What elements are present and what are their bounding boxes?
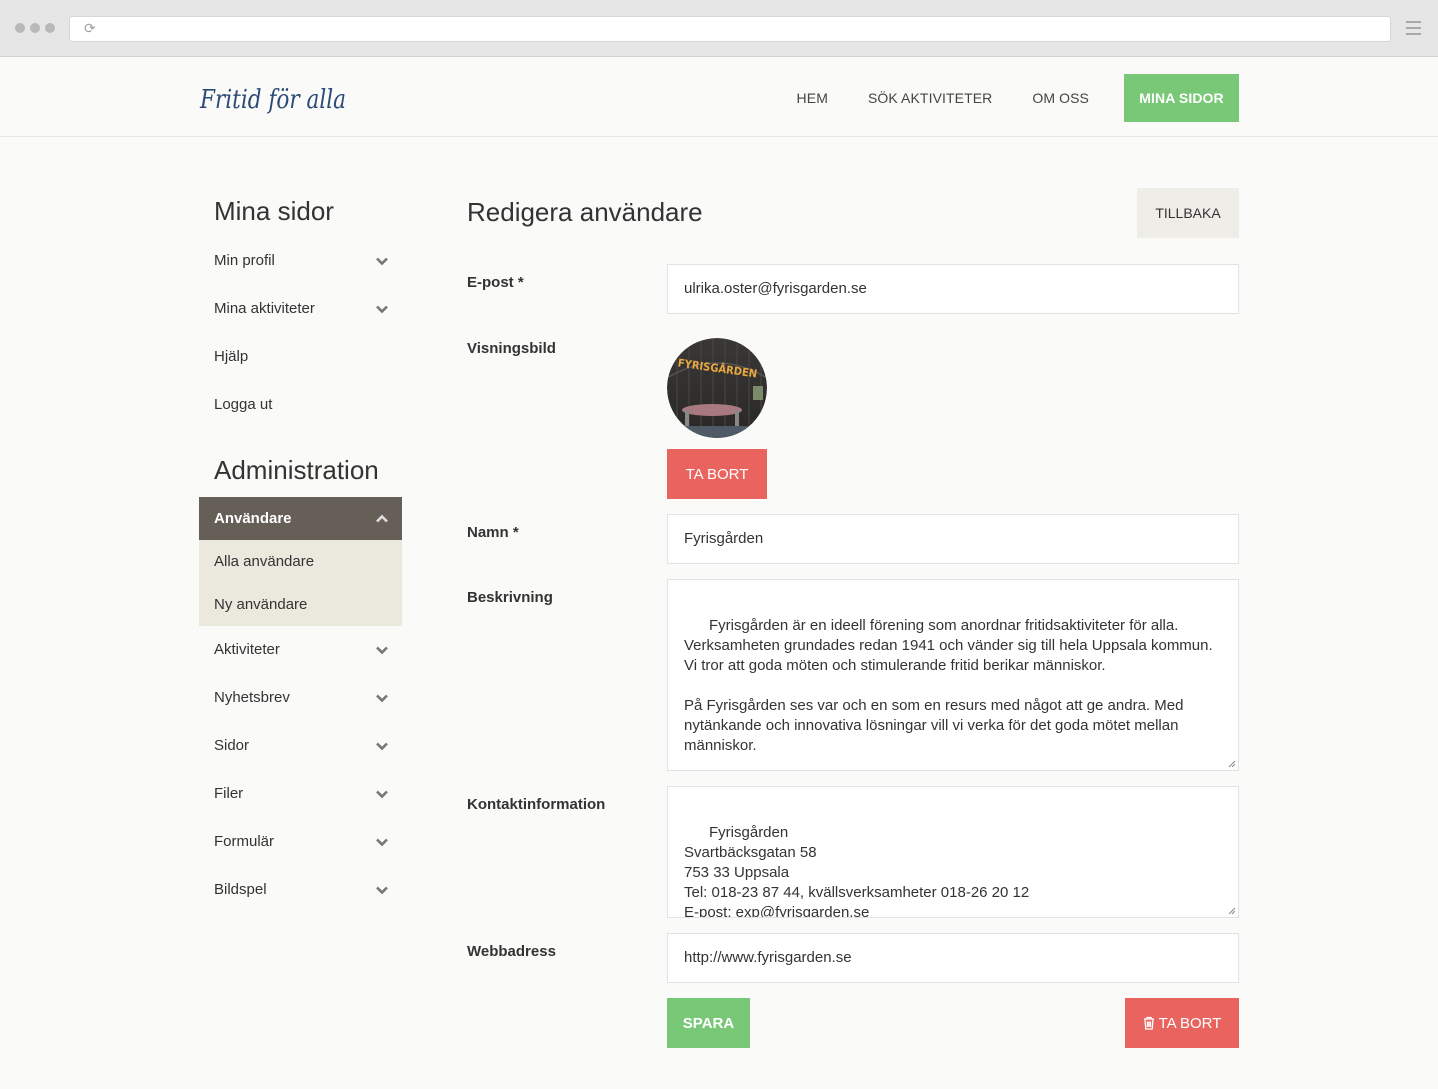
resize-grip-icon[interactable] — [1228, 907, 1236, 915]
sidebar-item-label: Aktiviteter — [214, 641, 280, 658]
website-label: Webbadress — [467, 943, 556, 960]
sidebar-item-label: Filer — [214, 785, 244, 802]
nav-home[interactable]: HEM — [797, 90, 828, 106]
chevron-up-icon — [376, 514, 388, 523]
sidebar-item-users[interactable]: Användare — [199, 497, 402, 540]
sidebar-item-profile[interactable]: Min profil — [199, 237, 402, 285]
avatar-row: Visningsbild FYRISGÅRDEN TA BORT — [467, 338, 1239, 500]
sidebar-item-label: Min profil — [214, 252, 275, 269]
sidebar-item-label: Bildspel — [214, 881, 267, 898]
window-dot-close[interactable] — [15, 23, 25, 33]
description-textarea[interactable]: Fyrisgården är en ideell förening som an… — [667, 579, 1239, 771]
sidebar-item-newsletter[interactable]: Nyhetsbrev — [199, 674, 402, 722]
sidebar-item-help[interactable]: Hjälp — [199, 333, 402, 381]
chevron-down-icon — [376, 694, 388, 703]
window-controls — [15, 23, 55, 33]
edit-user-form: Redigera användare TILLBAKA E-post * ulr… — [467, 188, 1239, 1048]
sidebar-item-activities[interactable]: Aktiviteter — [199, 626, 402, 674]
contact-textarea[interactable]: Fyrisgården Svartbäcksgatan 58 753 33 Up… — [667, 786, 1239, 918]
logo[interactable]: Fritid för alla — [198, 76, 348, 120]
sidebar-heading-administration: Administration — [214, 455, 379, 485]
delete-user-label: TA BORT — [1158, 1014, 1222, 1032]
sidebar: Mina sidor Min profil Mina aktiviteter H… — [199, 190, 402, 914]
name-field[interactable]: Fyrisgården — [667, 514, 1239, 564]
trash-icon — [1143, 1016, 1154, 1030]
sidebar-item-label: Mina aktiviteter — [214, 300, 315, 317]
sidebar-heading-my-pages: Mina sidor — [214, 196, 334, 226]
sidebar-item-slideshow[interactable]: Bildspel — [199, 866, 402, 914]
email-label: E-post * — [467, 274, 524, 291]
email-row: E-post * ulrika.oster@fyrisgarden.se — [467, 264, 1239, 314]
chevron-down-icon — [376, 886, 388, 895]
name-row: Namn * Fyrisgården — [467, 514, 1239, 564]
sidebar-item-label: Nyhetsbrev — [214, 689, 290, 706]
back-button[interactable]: TILLBAKA — [1137, 188, 1239, 238]
contact-row: Kontaktinformation Fyrisgården Svartbäck… — [467, 786, 1239, 918]
remove-image-button[interactable]: TA BORT — [667, 449, 767, 499]
nav-search-activities[interactable]: SÖK AKTIVITETER — [868, 90, 992, 106]
description-row: Beskrivning Fyrisgården är en ideell för… — [467, 579, 1239, 771]
chevron-down-icon — [376, 790, 388, 799]
contact-text: Fyrisgården Svartbäcksgatan 58 753 33 Up… — [684, 824, 1030, 918]
page-title: Redigera användare — [467, 197, 703, 227]
nav-about[interactable]: OM OSS — [1032, 90, 1089, 106]
save-button[interactable]: SPARA — [667, 998, 750, 1048]
users-submenu: Alla användare Ny användare — [199, 540, 402, 626]
description-label: Beskrivning — [467, 589, 553, 606]
contact-label: Kontaktinformation — [467, 796, 606, 813]
site-header: Fritid för alla HEM SÖK AKTIVITETER OM O… — [0, 58, 1438, 137]
sidebar-item-forms[interactable]: Formulär — [199, 818, 402, 866]
browser-chrome: ⟳ — [0, 0, 1438, 57]
sidebar-item-files[interactable]: Filer — [199, 770, 402, 818]
window-dot-maximize[interactable] — [45, 23, 55, 33]
chevron-down-icon — [376, 257, 388, 266]
avatar-label: Visningsbild — [467, 340, 556, 357]
sidebar-item-label: Formulär — [214, 833, 275, 850]
main-nav: HEM SÖK AKTIVITETER OM OSS MINA SIDOR — [757, 58, 1239, 137]
window-dot-minimize[interactable] — [30, 23, 40, 33]
chevron-down-icon — [376, 305, 388, 314]
sidebar-item-label: Sidor — [214, 737, 250, 754]
name-label: Namn * — [467, 524, 519, 541]
chevron-down-icon — [376, 742, 388, 751]
sidebar-item-label: Logga ut — [214, 396, 273, 413]
resize-grip-icon[interactable] — [1228, 760, 1236, 768]
chevron-down-icon — [376, 646, 388, 655]
sidebar-item-pages[interactable]: Sidor — [199, 722, 402, 770]
submenu-item-all-users[interactable]: Alla användare — [199, 540, 402, 583]
description-text: Fyrisgården är en ideell förening som an… — [684, 617, 1213, 754]
submenu-item-new-user[interactable]: Ny användare — [199, 583, 402, 626]
chevron-down-icon — [376, 838, 388, 847]
sidebar-item-label: Användare — [214, 510, 292, 527]
delete-user-button[interactable]: TA BORT — [1125, 998, 1239, 1048]
website-row: Webbadress http://www.fyrisgarden.se — [467, 933, 1239, 983]
browser-menu-icon[interactable] — [1406, 21, 1421, 35]
nav-my-pages[interactable]: MINA SIDOR — [1124, 73, 1239, 122]
logo-text: Fritid för alla — [199, 85, 346, 115]
sidebar-item-label: Hjälp — [214, 348, 249, 365]
sidebar-item-my-activities[interactable]: Mina aktiviteter — [199, 285, 402, 333]
website-field[interactable]: http://www.fyrisgarden.se — [667, 933, 1239, 983]
email-field[interactable]: ulrika.oster@fyrisgarden.se — [667, 264, 1239, 314]
avatar: FYRISGÅRDEN — [667, 338, 767, 438]
reload-icon[interactable]: ⟳ — [84, 21, 96, 37]
sidebar-item-logout[interactable]: Logga ut — [199, 381, 402, 429]
address-bar[interactable]: ⟳ — [69, 16, 1391, 42]
